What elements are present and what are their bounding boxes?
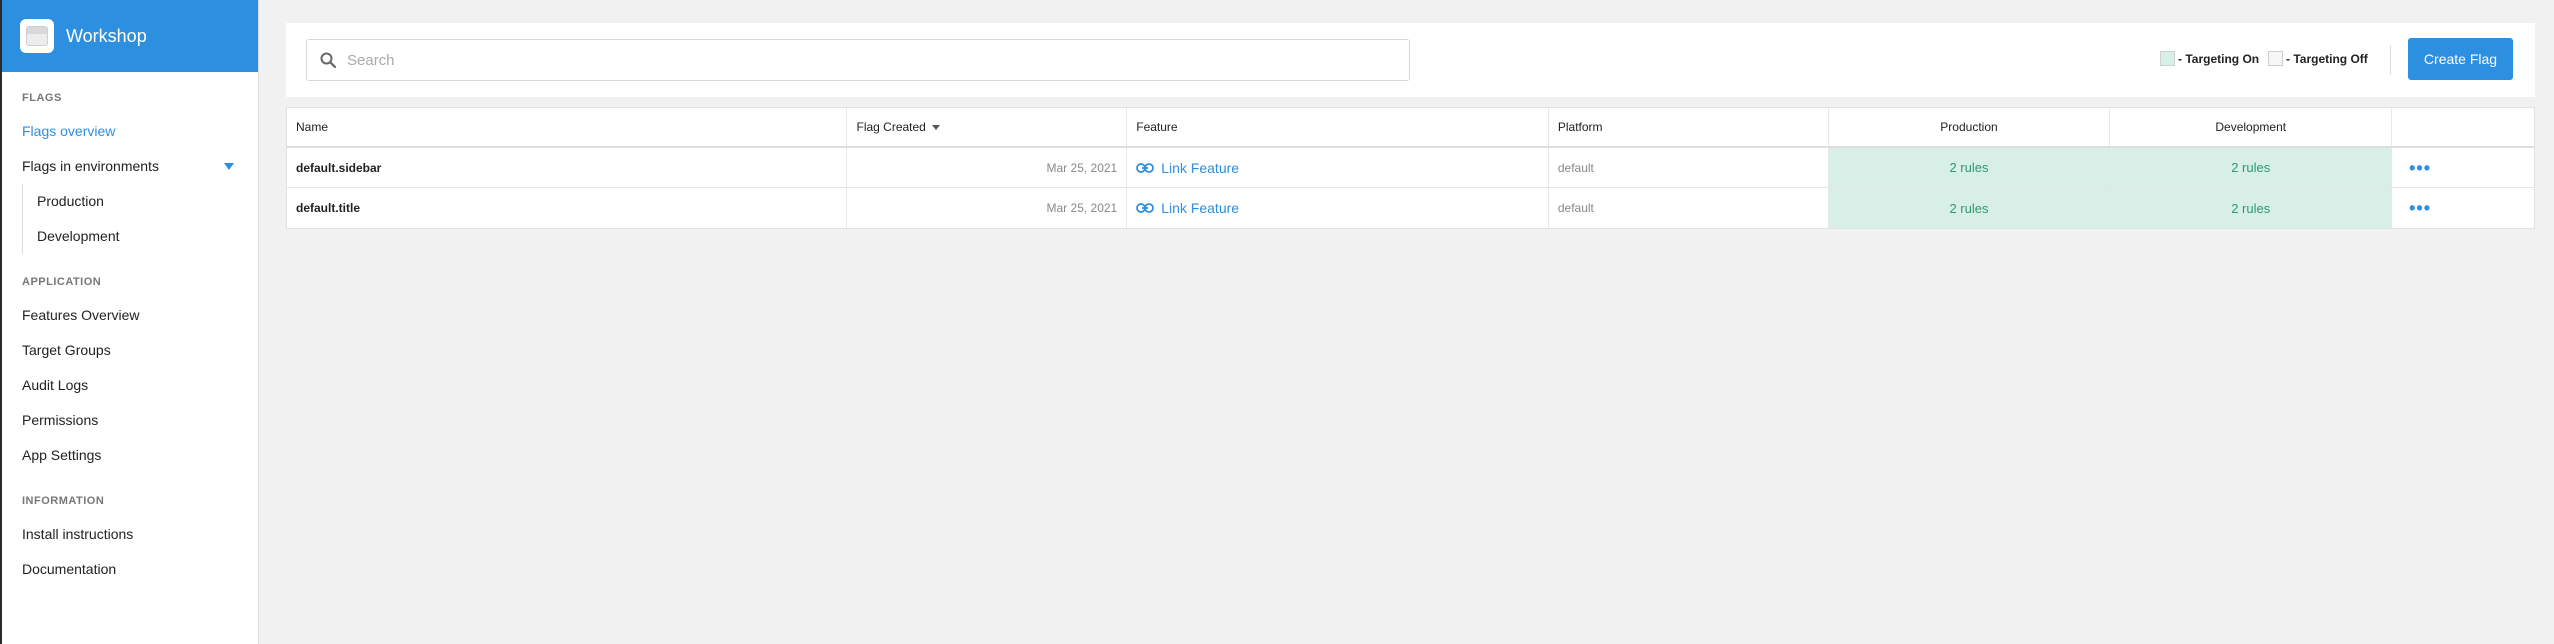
search-input[interactable] [347, 51, 1387, 69]
sidebar-item-development[interactable]: Development [23, 219, 258, 254]
platform-cell: default [1549, 188, 1829, 228]
flag-created-date: Mar 25, 2021 [847, 148, 1128, 187]
link-icon [1136, 203, 1155, 213]
platform-cell: default [1549, 148, 1829, 187]
column-header-production[interactable]: Production [1828, 108, 2111, 146]
table-row[interactable]: default.title Mar 25, 2021 Link Feature … [287, 188, 2534, 228]
row-actions-cell: ••• [2392, 188, 2534, 228]
more-icon[interactable]: ••• [2409, 199, 2431, 217]
sidebar-item-flags-overview[interactable]: Flags overview [2, 114, 258, 149]
column-header-name[interactable]: Name [287, 108, 848, 146]
column-header-actions [2392, 108, 2534, 146]
sidebar-item-documentation[interactable]: Documentation [2, 552, 258, 587]
column-header-platform[interactable]: Platform [1549, 108, 1829, 146]
targeting-off-swatch [2268, 51, 2283, 66]
sidebar-item-flags-in-environments[interactable]: Flags in environments [2, 149, 258, 184]
chevron-down-icon[interactable] [224, 163, 234, 170]
row-actions-cell: ••• [2392, 148, 2534, 187]
create-flag-button[interactable]: Create Flag [2408, 38, 2513, 80]
section-title-information: INFORMATION [22, 495, 105, 507]
flag-created-date: Mar 25, 2021 [847, 188, 1128, 228]
search-box[interactable] [306, 39, 1410, 81]
production-rules-cell[interactable]: 2 rules [1828, 188, 2111, 228]
legend-on-label: - Targeting On [2178, 51, 2260, 66]
link-feature-button[interactable]: Link Feature [1136, 200, 1239, 216]
section-title-flags: FLAGS [22, 92, 62, 104]
sidebar-item-app-settings[interactable]: App Settings [2, 438, 258, 473]
column-header-label: Flag Created [856, 120, 926, 134]
toolbar: - Targeting On - Targeting Off Create Fl… [286, 23, 2535, 97]
flag-name[interactable]: default.title [287, 188, 848, 228]
legend-targeting-off: - Targeting Off [2268, 51, 2368, 66]
sidebar-item-target-groups[interactable]: Target Groups [2, 333, 258, 368]
environments-subnav: Production Development [22, 184, 258, 254]
production-rules-cell[interactable]: 2 rules [1828, 148, 2111, 187]
targeting-on-swatch [2160, 51, 2175, 66]
toolbar-divider [2390, 45, 2391, 75]
link-feature-label: Link Feature [1161, 200, 1240, 216]
column-header-flag-created[interactable]: Flag Created [847, 108, 1128, 146]
flag-name[interactable]: default.sidebar [287, 148, 848, 187]
table-header-row: Name Flag Created Feature Platform Produ… [287, 108, 2534, 148]
app-root: Workshop FLAGS Flags overview Flags in e… [0, 0, 2554, 644]
legend-targeting-on: - Targeting On [2160, 51, 2259, 66]
more-icon[interactable]: ••• [2409, 159, 2431, 177]
sidebar: Workshop FLAGS Flags overview Flags in e… [0, 0, 259, 644]
sidebar-item-label: Flags in environments [22, 158, 159, 174]
link-icon [1136, 162, 1155, 173]
search-icon [320, 52, 337, 69]
sidebar-item-production[interactable]: Production [23, 184, 258, 219]
flags-table: Name Flag Created Feature Platform Produ… [286, 107, 2535, 229]
link-feature-button[interactable]: Link Feature [1136, 160, 1239, 176]
app-name: Workshop [66, 25, 147, 46]
section-title-application: APPLICATION [22, 276, 102, 288]
development-rules-cell[interactable]: 2 rules [2110, 188, 2393, 228]
app-logo-icon [20, 19, 54, 53]
column-header-feature[interactable]: Feature [1127, 108, 1549, 146]
feature-cell: Link Feature [1127, 148, 1549, 187]
link-feature-label: Link Feature [1161, 159, 1240, 176]
sidebar-item-permissions[interactable]: Permissions [2, 403, 258, 438]
sidebar-item-audit-logs[interactable]: Audit Logs [2, 368, 258, 403]
legend-off-label: - Targeting Off [2286, 51, 2368, 66]
sidebar-item-features-overview[interactable]: Features Overview [2, 298, 258, 333]
sort-desc-icon [931, 124, 940, 130]
development-rules-cell[interactable]: 2 rules [2110, 148, 2393, 187]
feature-cell: Link Feature [1127, 188, 1549, 228]
column-header-development[interactable]: Development [2110, 108, 2393, 146]
sidebar-item-install-instructions[interactable]: Install instructions [2, 517, 258, 552]
table-row[interactable]: default.sidebar Mar 25, 2021 Link Featur… [287, 148, 2534, 188]
brand-header[interactable]: Workshop [2, 0, 258, 72]
